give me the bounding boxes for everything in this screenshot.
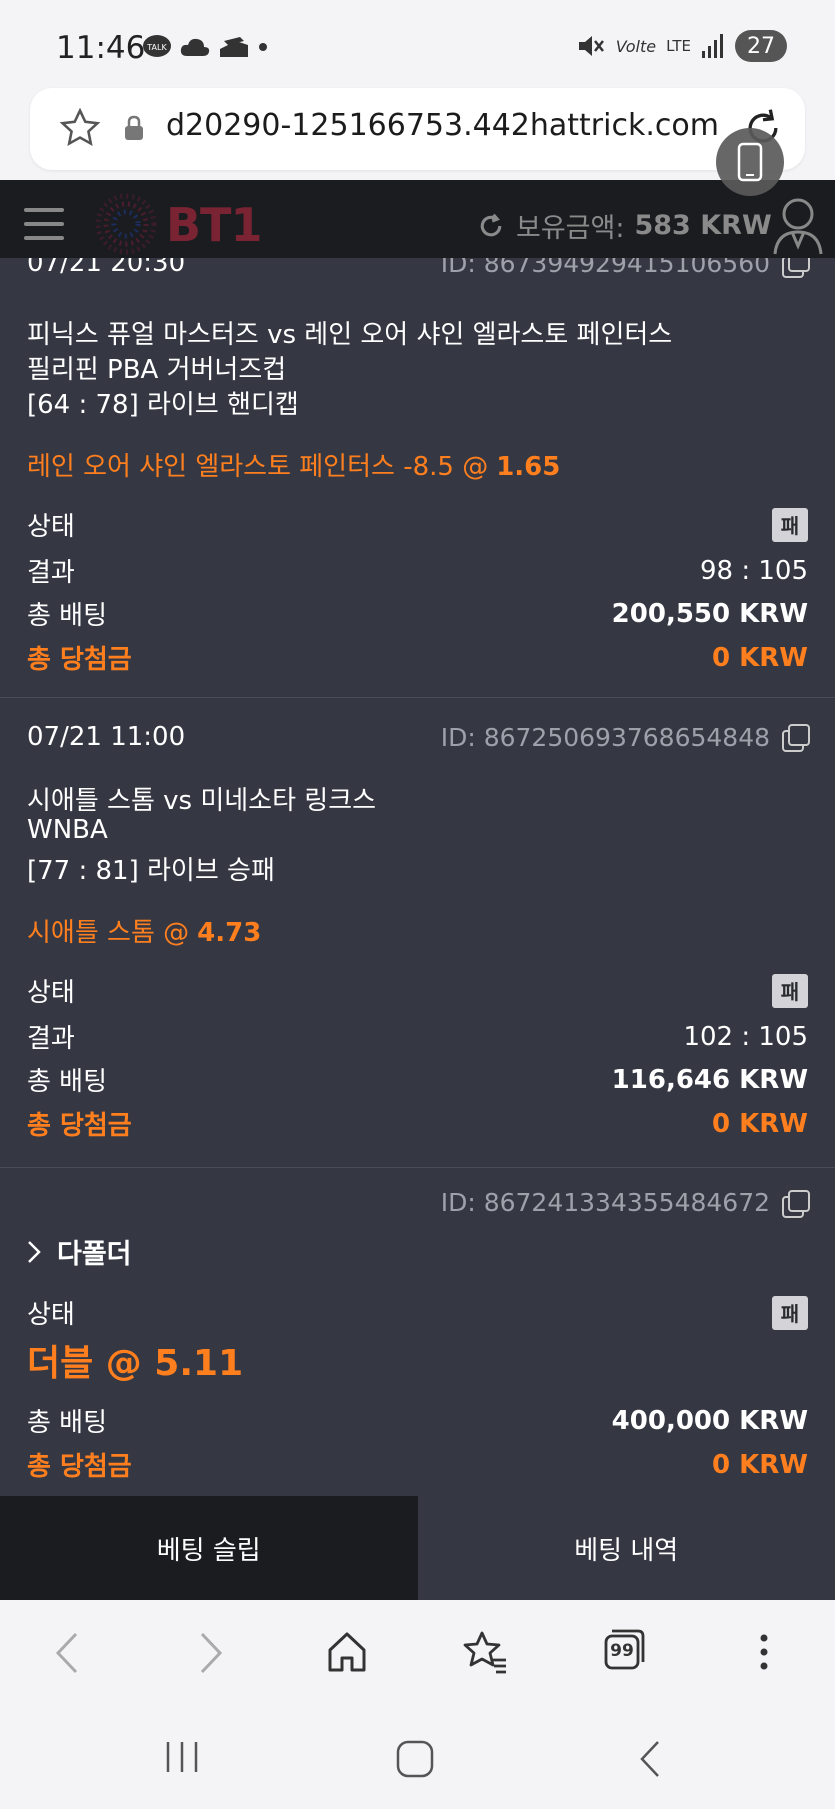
status-time: 11:46 xyxy=(56,30,146,66)
bet-id: ID: 867394929415106560 xyxy=(440,258,810,278)
winnings-label: 총 당첨금 xyxy=(27,1452,132,1482)
winnings-value: 0 KRW xyxy=(712,1108,808,1139)
status-bar: 11:46 TALK Volte LTE 27 xyxy=(0,0,835,90)
stake-value: 116,646 KRW xyxy=(611,1064,808,1095)
match-league: WNBA xyxy=(27,815,108,845)
logo[interactable]: BT1 xyxy=(92,192,262,256)
bet-id: ID: 867241334355484672 xyxy=(440,1188,810,1218)
status-badge: 패 xyxy=(772,1295,808,1330)
tab-betting-history[interactable]: 베팅 내역 xyxy=(417,1496,835,1600)
tabs-count: 99 xyxy=(610,1641,634,1661)
winnings-value: 0 KRW xyxy=(712,1449,808,1480)
bet-odds: 4.73 xyxy=(197,918,262,948)
match-market: [77 : 81] 라이브 승패 xyxy=(27,856,275,886)
bet-pick-text: 시애틀 스톰 @ xyxy=(27,918,190,948)
user-icon[interactable] xyxy=(772,196,824,256)
status-right: Volte LTE 27 xyxy=(576,30,787,62)
winnings-label: 총 당첨금 xyxy=(27,1111,132,1141)
home-icon[interactable] xyxy=(326,1630,368,1674)
winnings-value: 0 KRW xyxy=(712,642,808,673)
recent-apps-icon[interactable] xyxy=(164,1740,200,1774)
balance: 보유금액: 583 KRW xyxy=(476,206,772,245)
status-left-icons: TALK xyxy=(142,34,268,60)
result-label: 결과 xyxy=(27,558,75,588)
result-value: 98 : 105 xyxy=(700,555,808,586)
multi-expand-toggle[interactable]: 다폴더 xyxy=(27,1232,132,1271)
bet-pick: 시애틀 스톰 @4.73 xyxy=(27,912,261,949)
chevron-right-icon xyxy=(28,1240,41,1263)
phone-icon xyxy=(737,142,763,182)
bottom-tabs: 베팅 슬립 베팅 내역 xyxy=(0,1496,835,1600)
stake-label: 총 배팅 xyxy=(27,1067,108,1097)
stake-label: 총 배팅 xyxy=(27,1408,108,1438)
bookmarks-icon[interactable] xyxy=(462,1630,508,1674)
result-label: 결과 xyxy=(27,1024,75,1054)
status-label: 상태 xyxy=(27,512,75,542)
talk-icon: TALK xyxy=(143,35,171,57)
phone-view-button[interactable] xyxy=(716,128,784,196)
back-icon[interactable] xyxy=(52,1630,82,1676)
home-button-icon[interactable] xyxy=(396,1740,434,1778)
bet-pick-text: 레인 오어 샤인 엘라스토 페인터스 -8.5 @ xyxy=(27,452,489,482)
status-label: 상태 xyxy=(27,1300,75,1330)
double-odds: 더블 @ 5.11 xyxy=(27,1343,244,1384)
app-header: BT1 보유금액: 583 KRW xyxy=(0,180,835,268)
result-value: 102 : 105 xyxy=(683,1021,808,1052)
mute-icon xyxy=(578,36,604,56)
bet-date: 07/21 11:00 xyxy=(27,722,186,752)
copy-icon[interactable] xyxy=(782,258,810,278)
cloud-icon xyxy=(180,38,210,56)
bet-id-text: ID: 867394929415106560 xyxy=(440,258,770,278)
bet-card: 07/21 11:00 ID: 867250693768654848 시애틀 스… xyxy=(0,698,835,1168)
match-league: 필리핀 PBA 거버너즈컵 xyxy=(27,355,287,385)
logo-dots-icon xyxy=(95,193,157,255)
balance-label: 보유금액: xyxy=(516,213,625,244)
copy-icon[interactable] xyxy=(782,1189,810,1218)
stake-value: 400,000 KRW xyxy=(611,1405,808,1436)
more-menu-icon[interactable] xyxy=(752,1630,776,1674)
lte-icon: LTE xyxy=(666,37,691,55)
match-teams: 시애틀 스톰 vs 미네소타 링크스 xyxy=(27,786,377,816)
bookmark-star-icon[interactable] xyxy=(58,106,102,150)
bet-card: 07/21 20:30 ID: 867394929415106560 피닉스 퓨… xyxy=(0,258,835,698)
tabs-button[interactable]: 99 xyxy=(604,1628,646,1670)
signal-icon xyxy=(702,34,723,58)
bet-history-list: 07/21 20:30 ID: 867394929415106560 피닉스 퓨… xyxy=(0,258,835,1496)
dot-icon xyxy=(259,43,267,51)
bet-id-text: ID: 867241334355484672 xyxy=(440,1188,770,1217)
menu-icon[interactable] xyxy=(24,208,64,240)
volte-icon: Volte xyxy=(615,36,657,56)
system-nav-bar xyxy=(0,1706,835,1809)
svg-text:TALK: TALK xyxy=(146,43,167,52)
refresh-icon[interactable] xyxy=(476,211,506,241)
tab-betting-slip[interactable]: 베팅 슬립 xyxy=(0,1496,418,1600)
balance-amount: 583 KRW xyxy=(634,210,772,241)
bet-card-multi: ID: 867241334355484672 다폴더 상태 패 더블 @ 5.1… xyxy=(0,1168,835,1496)
match-market: [64 : 78] 라이브 핸디캡 xyxy=(27,390,299,420)
status-badge: 패 xyxy=(772,507,808,542)
url-bar[interactable]: d20290-125166753.442hattrick.com xyxy=(30,88,805,170)
url-text[interactable]: d20290-125166753.442hattrick.com xyxy=(166,108,719,143)
lock-icon xyxy=(125,115,143,140)
battery-indicator: 27 xyxy=(735,30,787,62)
match-teams: 피닉스 퓨얼 마스터즈 vs 레인 오어 샤인 엘라스토 페인터스 xyxy=(27,320,673,350)
system-back-icon[interactable] xyxy=(638,1740,662,1778)
bet-id-text: ID: 867250693768654848 xyxy=(440,722,770,752)
status-label: 상태 xyxy=(27,978,75,1008)
forward-icon[interactable] xyxy=(196,1630,226,1676)
bet-odds: 1.65 xyxy=(496,452,561,482)
copy-icon[interactable] xyxy=(782,724,810,752)
bet-id: ID: 867250693768654848 xyxy=(440,722,810,752)
browser-toolbar: 99 xyxy=(0,1600,835,1706)
stake-value: 200,550 KRW xyxy=(611,598,808,629)
multi-title-text: 다폴더 xyxy=(57,1239,132,1270)
status-badge: 패 xyxy=(772,973,808,1008)
bet-pick: 레인 오어 샤인 엘라스토 페인터스 -8.5 @1.65 xyxy=(27,446,560,483)
logo-text: BT1 xyxy=(166,198,262,252)
stake-label: 총 배팅 xyxy=(27,601,108,631)
drive-icon xyxy=(220,37,248,57)
bet-date: 07/21 20:30 xyxy=(27,258,186,278)
winnings-label: 총 당첨금 xyxy=(27,645,132,675)
